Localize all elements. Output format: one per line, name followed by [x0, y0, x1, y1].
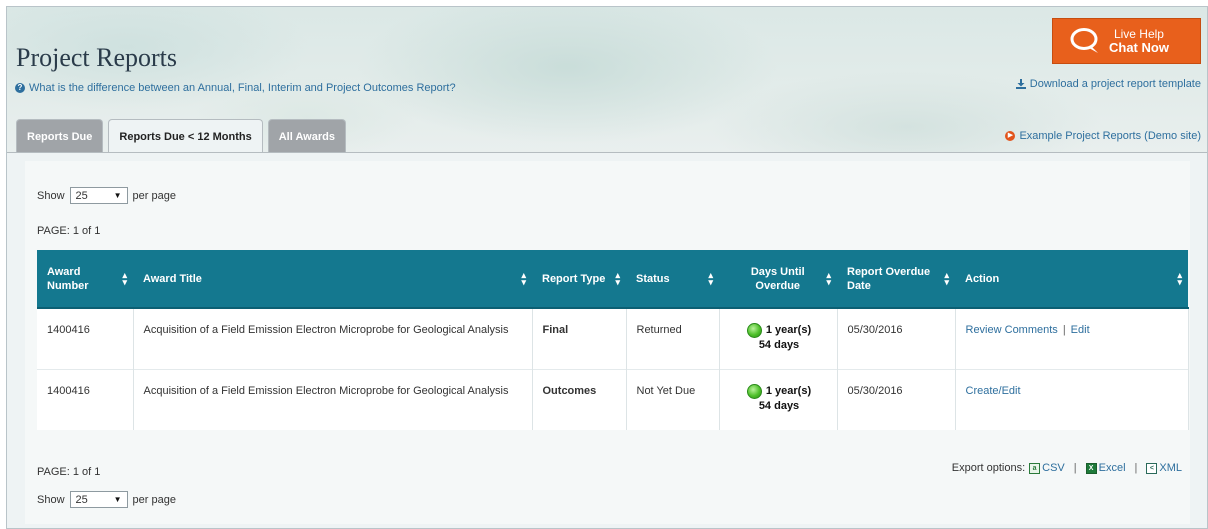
column-header-award-title[interactable]: Award Title ▴ ▾	[133, 250, 532, 309]
table-row: 1400416 Acquisition of a Field Emission …	[37, 308, 1189, 369]
sort-icon[interactable]: ▴ ▾	[122, 270, 127, 286]
report-type-cell: Final	[532, 308, 627, 369]
per-page-value: 25	[75, 189, 88, 202]
export-options: Export options: a CSV | X Excel | < XML	[951, 462, 1182, 474]
status-ok-icon	[746, 323, 762, 338]
sort-icon[interactable]: ▴ ▾	[1177, 270, 1182, 286]
report-tabs: Reports Due Reports Due < 12 Months All …	[16, 119, 346, 154]
award-title-cell: Acquisition of a Field Emission Electron…	[133, 368, 533, 430]
example-reports-link[interactable]: ▶ Example Project Reports (Demo site)	[1005, 130, 1201, 142]
award-title-cell: Acquisition of a Field Emission Electron…	[133, 308, 533, 369]
award-number-link[interactable]: 1400416	[37, 368, 134, 430]
column-header-label: Days Until Overdue	[750, 265, 805, 292]
chevron-down-icon: ▼	[113, 495, 122, 504]
live-help-label: Live Help	[1113, 27, 1164, 41]
table-header-row: Award Number ▴ ▾ Award Title ▴ ▾ Report Type…	[37, 250, 1188, 309]
show-label: Show	[37, 189, 65, 202]
reports-table: Award Number ▴ ▾ Award Title ▴ ▾ Report Type…	[37, 250, 1189, 430]
action-cell: Create/Edit	[955, 368, 1189, 430]
tab-all-awards[interactable]: All Awards	[267, 119, 346, 153]
column-header-label: Award Title	[143, 272, 202, 285]
xml-label[interactable]: XML	[1159, 462, 1182, 474]
column-header-action[interactable]: Action ▴ ▾	[955, 250, 1188, 309]
column-header-label: Report Overdue Date	[847, 265, 931, 292]
per-page-label: per page	[132, 189, 176, 202]
download-link-text[interactable]: Download a project report template	[1030, 78, 1201, 90]
column-header-label: Award Number	[47, 265, 89, 292]
sort-icon[interactable]: ▴ ▾	[615, 270, 620, 286]
overdue-date-cell: 05/30/2016	[837, 308, 956, 369]
column-header-label: Report Type	[542, 272, 606, 285]
tab-reports-due-12-months[interactable]: Reports Due < 12 Months	[108, 119, 263, 154]
per-page-control-bottom: Show 25 ▼ per page	[37, 491, 176, 508]
show-label: Show	[37, 493, 65, 506]
excel-file-icon: X	[1085, 462, 1097, 474]
report-types-help-link[interactable]: ? What is the difference between an Annu…	[15, 82, 456, 94]
excel-label[interactable]: Excel	[1099, 462, 1126, 474]
per-page-value: 25	[75, 493, 88, 506]
help-link-text[interactable]: What is the difference between an Annual…	[29, 82, 456, 94]
create-edit-link[interactable]: Create/Edit	[966, 385, 1021, 397]
report-type-cell: Outcomes	[532, 368, 627, 430]
days-years: 1 year(s)	[765, 324, 812, 336]
sort-icon[interactable]: ▴ ▾	[826, 270, 831, 286]
chat-bubble-icon	[1070, 28, 1098, 53]
review-comments-link[interactable]: Review Comments	[966, 324, 1058, 336]
live-help-button[interactable]: Live Help Chat Now	[1052, 18, 1201, 64]
export-excel-link[interactable]: X Excel	[1085, 462, 1126, 474]
per-page-control-top: Show 25 ▼ per page	[37, 187, 176, 204]
column-header-report-type[interactable]: Report Type ▴ ▾	[532, 250, 626, 309]
per-page-select-bottom[interactable]: 25 ▼	[69, 491, 128, 508]
xml-file-icon: <	[1146, 462, 1158, 474]
reports-panel: Show 25 ▼ per page PAGE: 1 of 1 Award Nu…	[25, 161, 1190, 524]
edit-link[interactable]: Edit	[1071, 324, 1090, 336]
days-days: 54 days	[758, 399, 800, 412]
page-title: Project Reports	[16, 43, 178, 72]
page-frame: Project Reports ? What is the difference…	[6, 6, 1208, 529]
action-cell: Review Comments | Edit	[955, 308, 1189, 369]
question-icon: ?	[15, 83, 25, 93]
table-row: 1400416 Acquisition of a Field Emission …	[37, 368, 1189, 430]
download-template-link[interactable]: Download a project report template	[1015, 78, 1201, 90]
csv-label[interactable]: CSV	[1042, 462, 1065, 474]
column-header-report-overdue-date[interactable]: Report Overdue Date ▴ ▾	[837, 250, 955, 309]
column-header-status[interactable]: Status ▴ ▾	[626, 250, 719, 309]
chevron-down-icon: ▼	[113, 191, 122, 200]
example-link-text[interactable]: Example Project Reports (Demo site)	[1019, 130, 1201, 142]
column-header-award-number[interactable]: Award Number ▴ ▾	[37, 250, 133, 309]
sort-icon[interactable]: ▴ ▾	[521, 270, 526, 286]
content-panel: Show 25 ▼ per page PAGE: 1 of 1 Award Nu…	[7, 152, 1207, 528]
download-icon	[1015, 79, 1026, 89]
days-days: 54 days	[758, 339, 800, 351]
column-header-label: Action	[965, 272, 1000, 285]
status-cell: Not Yet Due	[626, 368, 720, 430]
sort-icon[interactable]: ▴ ▾	[708, 270, 713, 286]
export-xml-link[interactable]: < XML	[1146, 462, 1182, 474]
column-header-days-until-overdue[interactable]: Days Until Overdue ▴ ▾	[719, 250, 837, 309]
overdue-date-cell: 05/30/2016	[837, 368, 956, 430]
days-years: 1 year(s)	[765, 384, 812, 397]
page-indicator-bottom: PAGE: 1 of 1	[37, 466, 101, 478]
chat-now-label: Chat Now	[1109, 40, 1169, 55]
status-cell: Returned	[626, 308, 720, 369]
page-indicator-top: PAGE: 1 of 1	[37, 225, 101, 237]
export-label: Export options:	[951, 462, 1026, 474]
days-until-overdue-cell: 1 year(s) 54 days	[719, 308, 838, 369]
column-header-label: Status	[636, 272, 670, 285]
award-number-link[interactable]: 1400416	[37, 308, 134, 369]
arrow-right-circle-icon: ▶	[1005, 131, 1016, 141]
days-until-overdue-cell: 1 year(s) 54 days	[719, 368, 838, 430]
status-ok-icon	[746, 383, 762, 399]
export-csv-link[interactable]: a CSV	[1029, 462, 1065, 474]
csv-file-icon: a	[1029, 462, 1041, 474]
per-page-select-top[interactable]: 25 ▼	[69, 187, 128, 204]
tab-reports-due[interactable]: Reports Due	[16, 119, 104, 153]
sort-icon[interactable]: ▴ ▾	[944, 270, 949, 286]
per-page-label: per page	[132, 493, 176, 506]
